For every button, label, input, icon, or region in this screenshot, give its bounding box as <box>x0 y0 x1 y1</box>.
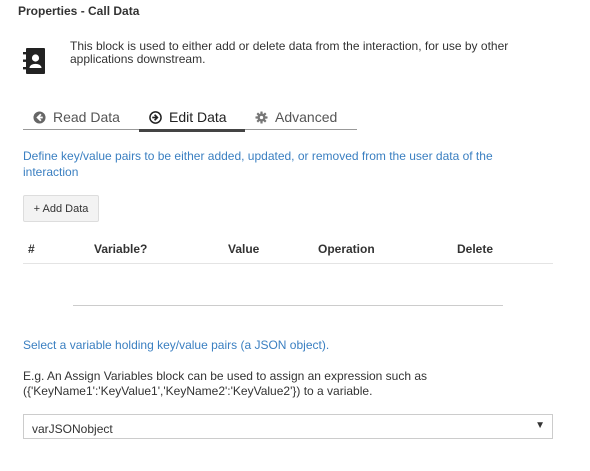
add-data-button[interactable]: + Add Data <box>23 195 99 222</box>
column-header-operation: Operation <box>318 242 375 256</box>
edit-instructions: Define key/value pairs to be either adde… <box>23 149 493 179</box>
dropdown-arrow-icon: ▼ <box>535 420 545 431</box>
column-header-delete: Delete <box>457 242 494 256</box>
section-divider <box>73 305 503 306</box>
arrow-right-circle-icon <box>149 110 162 124</box>
arrow-left-circle-icon <box>33 110 46 124</box>
column-header-variable: Variable? <box>94 242 148 256</box>
tab-edit-data[interactable]: Edit Data <box>139 104 245 132</box>
page-title: Properties - Call Data <box>18 4 140 18</box>
column-header-value: Value <box>228 242 260 256</box>
column-header-number: # <box>28 242 35 256</box>
block-description: This block is used to either add or dele… <box>70 39 509 66</box>
tab-edit-data-label: Edit Data <box>169 109 227 125</box>
contact-book-icon <box>23 48 45 74</box>
table-header: # Variable? Value Operation Delete <box>23 234 553 264</box>
gear-icon <box>255 110 268 124</box>
tab-advanced-label: Advanced <box>275 109 338 125</box>
tab-read-data[interactable]: Read Data <box>23 104 139 130</box>
tab-advanced[interactable]: Advanced <box>245 104 357 130</box>
tab-read-data-label: Read Data <box>53 109 120 125</box>
tab-bar: Read Data Edit Data Advanced <box>23 104 357 132</box>
json-variable-selected-value: varJSONobject <box>32 422 113 436</box>
json-example-text: E.g. An Assign Variables block can be us… <box>23 369 428 398</box>
json-variable-select[interactable]: varJSONobject ▼ <box>23 414 553 439</box>
json-variable-label: Select a variable holding key/value pair… <box>23 338 330 352</box>
